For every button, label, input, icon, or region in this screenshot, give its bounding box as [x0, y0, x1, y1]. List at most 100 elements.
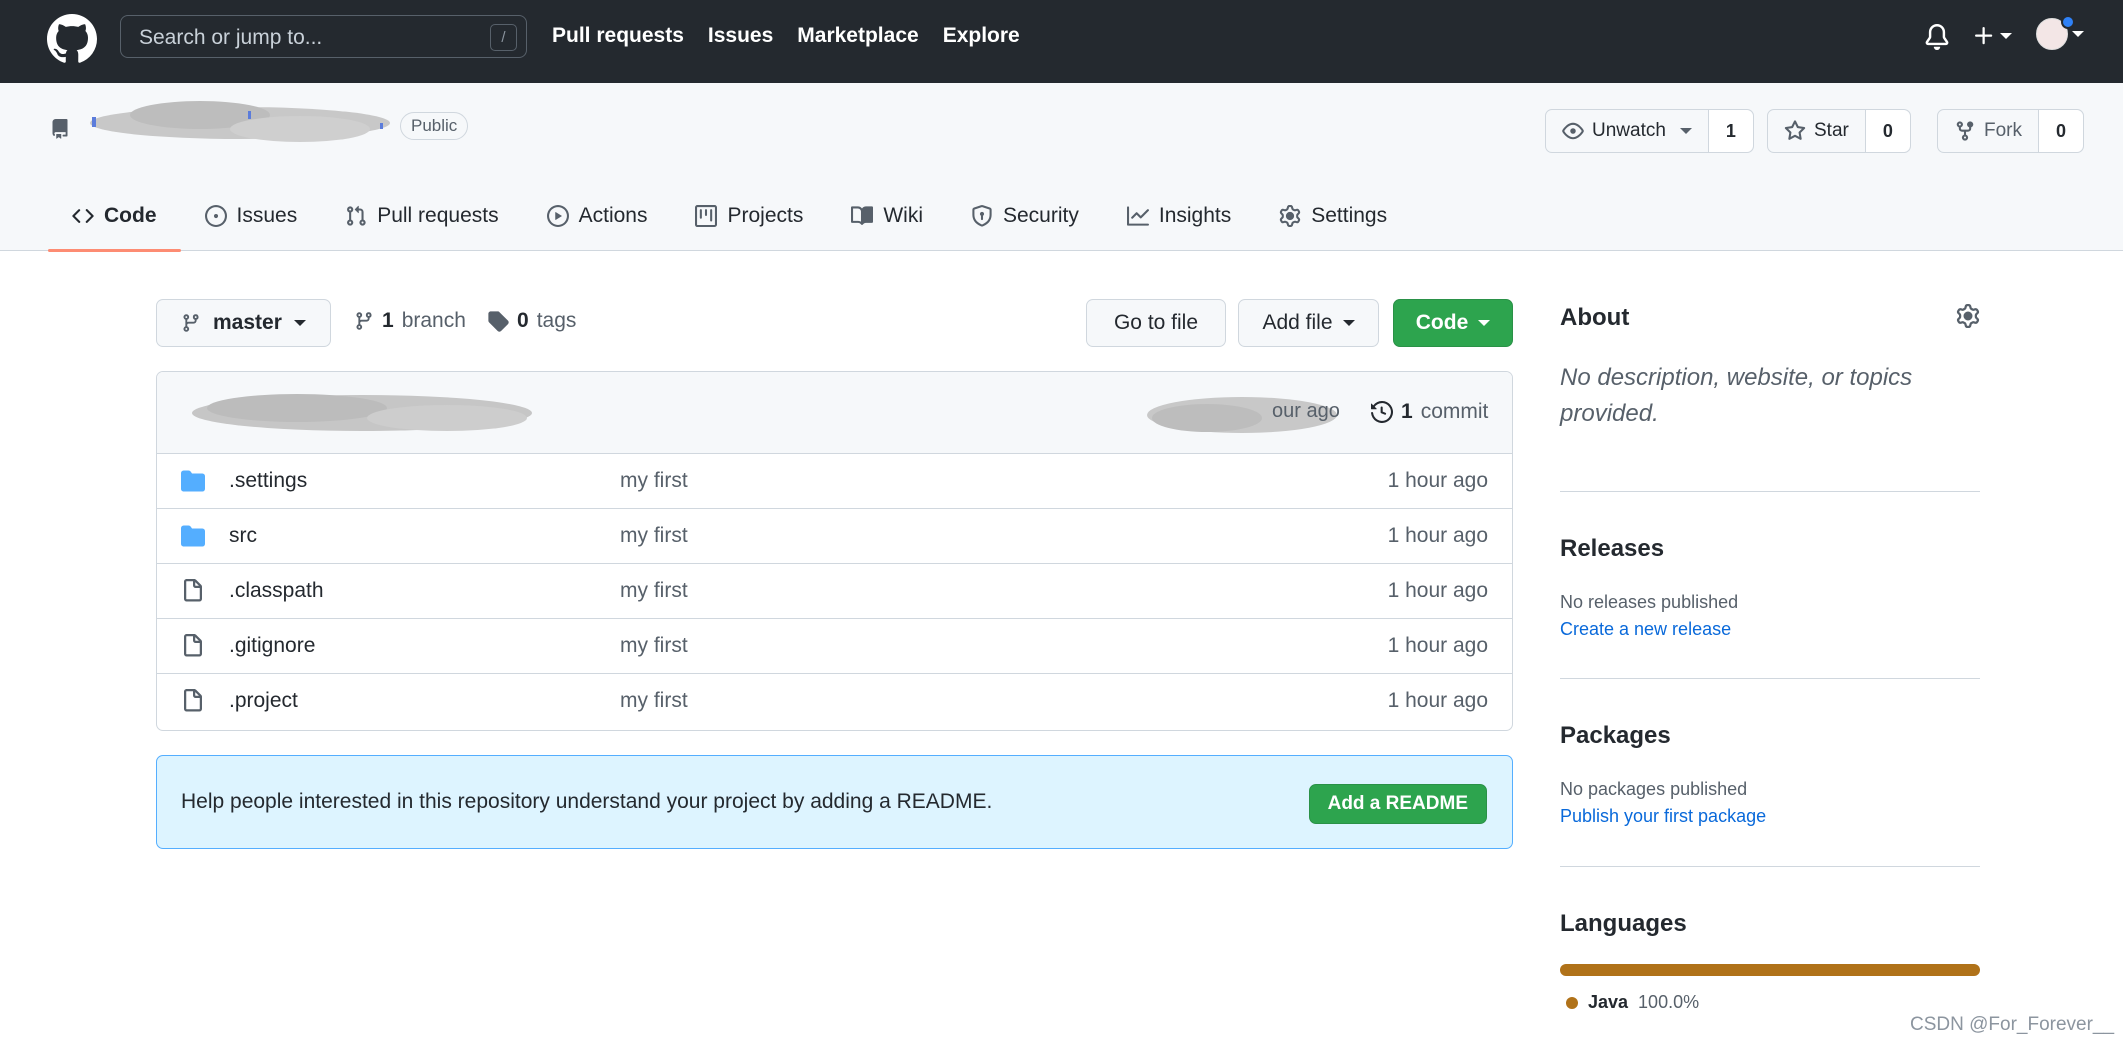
project-icon: [695, 205, 718, 227]
file-name[interactable]: .gitignore: [229, 634, 315, 658]
star-button[interactable]: Star: [1768, 110, 1866, 152]
repo-header: Public Unwatch 1 Star 0 Fork 0 Code Issu…: [0, 83, 2123, 252]
language-progress-bar: [1560, 964, 1980, 976]
add-file-button[interactable]: Add file: [1238, 299, 1379, 347]
tab-wiki[interactable]: Wiki: [827, 181, 947, 251]
table-row[interactable]: .settings my first 1 hour ago: [157, 454, 1512, 509]
status-dot: [2061, 15, 2075, 29]
global-nav: Pull requests Issues Marketplace Explore: [552, 24, 1020, 48]
tab-settings[interactable]: Settings: [1255, 181, 1411, 251]
branch-count-label: branch: [401, 309, 466, 332]
tab-actions[interactable]: Actions: [523, 181, 672, 251]
fork-count[interactable]: 0: [2039, 110, 2083, 152]
repo-name-redacted[interactable]: [80, 95, 400, 151]
file-commit-message[interactable]: my first: [620, 469, 688, 493]
unwatch-button[interactable]: Unwatch: [1546, 110, 1709, 152]
star-label: Star: [1814, 120, 1849, 141]
watch-count[interactable]: 1: [1708, 110, 1753, 152]
fork-label: Fork: [1984, 120, 2022, 141]
tab-code[interactable]: Code: [48, 181, 181, 252]
star-count[interactable]: 0: [1865, 110, 1910, 152]
visibility-badge: Public: [400, 112, 469, 140]
tab-issues[interactable]: Issues: [181, 181, 322, 251]
chevron-down-icon: [1679, 128, 1692, 134]
add-file-label: Add file: [1262, 311, 1333, 334]
packages-heading[interactable]: Packages: [1560, 722, 1671, 750]
eye-icon: [1562, 122, 1584, 140]
search-placeholder: Search or jump to...: [139, 26, 323, 49]
file-list: our ago 1 commit .settings my first 1 ho…: [156, 371, 1513, 731]
file-commit-message[interactable]: my first: [620, 689, 688, 713]
file-commit-message[interactable]: my first: [620, 634, 688, 658]
fork-button[interactable]: Fork: [1938, 110, 2039, 152]
tab-label: Code: [104, 204, 157, 227]
star-button-group: Star 0: [1767, 109, 1911, 153]
tags-link[interactable]: 0 tags: [487, 309, 576, 333]
commit-author-redacted[interactable]: [187, 388, 537, 438]
gear-icon[interactable]: [1956, 304, 1980, 328]
chevron-down-icon: [2000, 33, 2012, 39]
unwatch-label: Unwatch: [1592, 120, 1666, 141]
file-commit-message[interactable]: my first: [620, 524, 688, 548]
file-name[interactable]: src: [229, 524, 257, 548]
search-input[interactable]: Search or jump to... /: [120, 15, 527, 58]
language-name: Java: [1588, 992, 1629, 1012]
tab-pull-requests[interactable]: Pull requests: [321, 181, 522, 251]
repo-tabs: Code Issues Pull requests Actions Projec…: [48, 181, 1411, 252]
branch-icon: [183, 314, 199, 332]
history-icon: [1371, 401, 1393, 423]
publish-package-link[interactable]: Publish your first package: [1560, 806, 1766, 827]
plus-icon: [1975, 27, 1993, 45]
tab-security[interactable]: Security: [947, 181, 1103, 251]
divider: [1560, 491, 1980, 492]
tab-label: Projects: [727, 204, 804, 227]
file-icon: [184, 689, 202, 712]
file-age: 1 hour ago: [1387, 689, 1488, 712]
nav-explore[interactable]: Explore: [943, 24, 1020, 48]
book-icon: [851, 206, 874, 225]
file-name[interactable]: .settings: [229, 469, 307, 493]
nav-issues[interactable]: Issues: [708, 24, 773, 48]
readme-banner: Help people interested in this repositor…: [156, 755, 1513, 849]
star-icon: [1784, 120, 1806, 140]
table-row[interactable]: .project my first 1 hour ago: [157, 674, 1512, 729]
table-row[interactable]: .gitignore my first 1 hour ago: [157, 619, 1512, 674]
go-to-file-button[interactable]: Go to file: [1086, 299, 1226, 347]
branch-select-button[interactable]: master: [156, 299, 331, 347]
file-age: 1 hour ago: [1387, 579, 1488, 602]
file-name[interactable]: .classpath: [229, 579, 324, 603]
repo-icon: [52, 119, 68, 139]
create-new-menu[interactable]: [1972, 24, 2012, 48]
tab-insights[interactable]: Insights: [1103, 181, 1255, 251]
commit-count: 1: [1401, 400, 1413, 423]
branches-link[interactable]: 1 branch: [354, 309, 466, 333]
go-to-file-label: Go to file: [1113, 311, 1199, 334]
chevron-down-icon: [1478, 320, 1491, 326]
file-commit-message[interactable]: my first: [620, 579, 688, 603]
file-name[interactable]: .project: [229, 689, 298, 713]
code-button[interactable]: Code: [1393, 299, 1513, 347]
notifications-bell-icon[interactable]: [1924, 24, 1950, 50]
table-row[interactable]: .classpath my first 1 hour ago: [157, 564, 1512, 619]
tab-label: Actions: [578, 204, 648, 227]
nav-pull-requests[interactable]: Pull requests: [552, 24, 684, 48]
table-row[interactable]: src my first 1 hour ago: [157, 509, 1512, 564]
shield-icon: [972, 205, 992, 227]
user-menu[interactable]: [2036, 15, 2084, 50]
create-release-link[interactable]: Create a new release: [1560, 619, 1731, 640]
graph-icon: [1126, 206, 1149, 226]
watermark: CSDN @For_Forever__: [1910, 1014, 2115, 1035]
releases-empty-text: No releases published: [1560, 592, 1739, 612]
github-logo-icon[interactable]: [47, 14, 97, 64]
add-readme-button[interactable]: Add a README: [1308, 784, 1487, 824]
commit-history-link[interactable]: 1 commit: [1371, 400, 1488, 424]
nav-marketplace[interactable]: Marketplace: [797, 24, 918, 48]
fork-button-group: Fork 0: [1937, 109, 2084, 153]
avatar: [2036, 15, 2075, 50]
file-age: 1 hour ago: [1387, 469, 1488, 492]
global-header: Search or jump to... / Pull requests Iss…: [0, 0, 2123, 83]
releases-heading[interactable]: Releases: [1560, 535, 1664, 563]
language-item[interactable]: Java 100.0%: [1566, 992, 1699, 1013]
tab-projects[interactable]: Projects: [671, 181, 827, 251]
code-button-label: Code: [1415, 311, 1469, 334]
